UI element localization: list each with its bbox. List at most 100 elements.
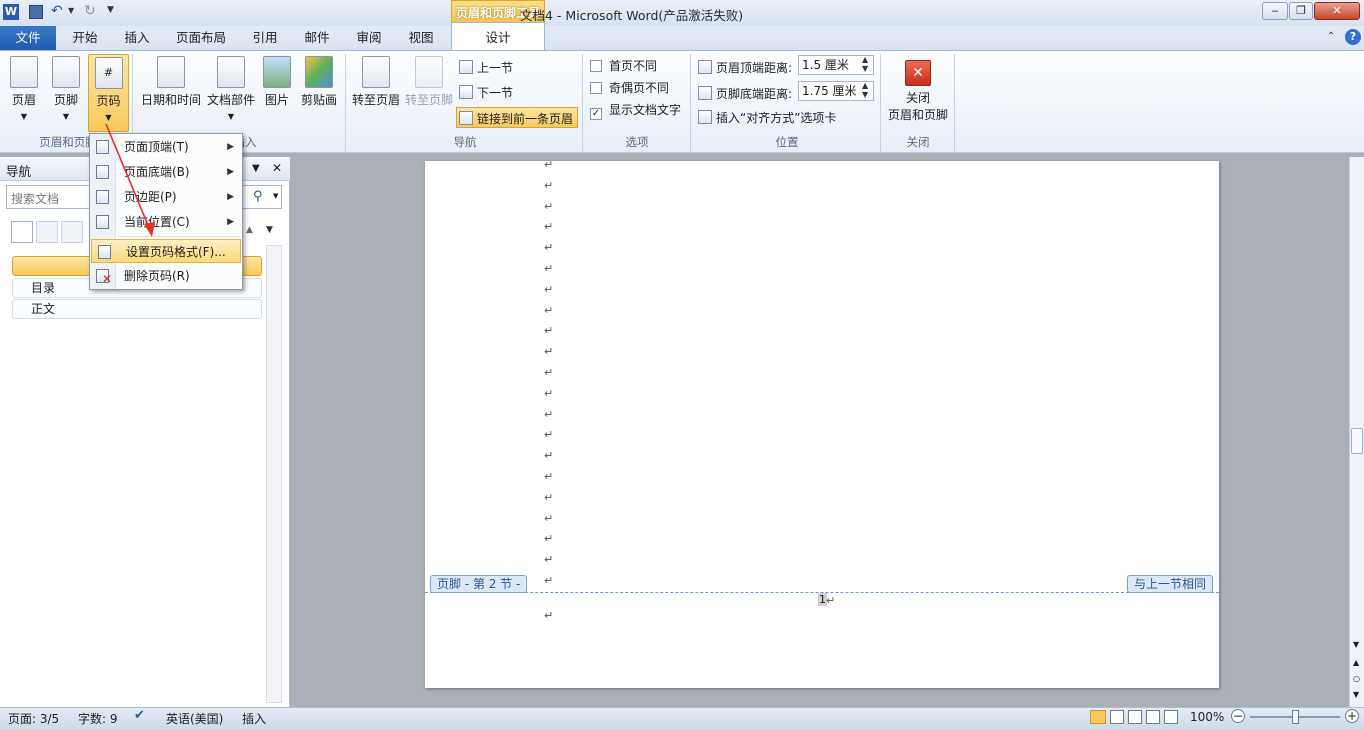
close-header-footer-button[interactable]: ✕ 关闭 页眉和页脚 [885,54,951,130]
tab-file[interactable]: 文件 [0,26,56,50]
web-layout-view-icon[interactable] [1128,710,1142,724]
tab-review[interactable]: 审阅 [346,26,392,50]
paragraph-mark: ↵ [544,262,554,275]
proofing-icon[interactable]: ✔ [134,708,145,723]
minimize-ribbon-icon[interactable]: ⌃ [1327,31,1335,42]
footer-section-tag: 页脚 - 第 2 节 - [430,575,528,593]
header-button[interactable]: 页眉 ▼ [6,54,42,130]
checkbox-icon [590,60,602,72]
zoom-level[interactable]: 100% [1190,710,1224,724]
goto-header-button[interactable]: 转至页眉 [350,54,402,130]
browse-pages-tab-icon[interactable] [36,221,58,243]
goto-header-icon [362,56,390,88]
remove-x-icon: ✕ [102,272,113,286]
draft-view-icon[interactable] [1164,710,1178,724]
word-icon[interactable]: W [3,4,19,20]
align-tab-icon [698,110,712,124]
close-window-button[interactable]: ✕ [1314,2,1360,20]
undo-icon[interactable]: ↶ [51,3,63,19]
group-separator [690,54,691,152]
footer-distance-label: 页脚底端距离: [698,85,792,105]
scroll-thumb[interactable] [1351,428,1363,454]
search-dropdown-icon[interactable]: ▼ [273,192,278,200]
print-layout-view-icon[interactable] [1090,710,1106,724]
tab-references[interactable]: 引用 [242,26,288,50]
tab-design[interactable]: 设计 [451,22,545,52]
search-icon[interactable]: ⚲ [253,189,263,204]
prev-section-button[interactable]: 上一节 [459,59,513,79]
paragraph-mark: ↵ [544,386,554,400]
next-page-icon[interactable]: ▼ [1353,690,1359,699]
picture-button[interactable]: 图片 [259,54,295,130]
insert-align-tab-button[interactable]: 插入“对齐方式”选项卡 [698,109,836,129]
tab-home[interactable]: 开始 [62,26,108,50]
menu-item-remove-page-numbers[interactable]: ✕ 删除页码(R) [90,264,242,288]
datetime-button[interactable]: 日期和时间 [140,54,202,130]
nav-up-icon[interactable]: ▲ [246,225,253,235]
minimize-button[interactable]: ‒ [1262,2,1288,20]
undo-dropdown-icon[interactable]: ▼ [68,6,74,15]
next-section-button[interactable]: 下一节 [459,84,513,104]
footer-button[interactable]: 页脚 ▼ [48,54,84,130]
submenu-arrow-icon: ▶ [227,217,234,227]
browse-headings-tab-icon[interactable] [11,221,33,243]
nav-close-icon[interactable]: ✕ [272,161,282,175]
clipart-button[interactable]: 剪贴画 [298,54,340,130]
checkmark-icon: ✓ [590,108,602,120]
paragraph-mark: ↵ [544,407,554,421]
paragraph-mark: ↵ [826,594,836,607]
zoom-in-icon[interactable]: + [1345,709,1359,723]
group-separator [345,54,346,152]
paragraph-mark: ↵ [544,241,554,255]
zoom-slider-thumb[interactable] [1292,710,1299,724]
zoom-out-icon[interactable]: − [1231,709,1245,723]
tab-view[interactable]: 视图 [398,26,444,50]
doc-parts-button[interactable]: 文档部件 ▼ [204,54,258,130]
help-icon[interactable]: ? [1345,29,1361,45]
header-icon [10,56,38,88]
tab-mailings[interactable]: 邮件 [294,26,340,50]
nav-heading-body[interactable]: 正文 [12,299,262,319]
picture-icon [263,56,291,88]
nav-scrollbar[interactable] [266,245,282,703]
status-mode[interactable]: 插入 [242,710,266,727]
status-language[interactable]: 英语(美国) [166,710,223,727]
footer-icon [52,56,80,88]
restore-button[interactable]: ❐ [1289,2,1313,20]
link-to-previous-button[interactable]: 链接到前一条页眉 [456,107,578,128]
goto-footer-button[interactable]: 转至页脚 [403,54,455,130]
outline-view-icon[interactable] [1146,710,1160,724]
group-label-navigation: 导航 [453,135,477,149]
browse-object-icon[interactable]: ○ [1353,674,1360,683]
spin-arrows-icon[interactable]: ▲ ▼ [862,81,868,99]
reading-view-icon[interactable] [1110,710,1124,724]
calendar-icon [157,56,185,88]
annotation-arrow [105,123,155,237]
status-words[interactable]: 字数: 9 [78,710,118,727]
status-page[interactable]: 页面: 3/5 [8,710,59,727]
window-title: 文档4 - Microsoft Word(产品激活失败) [520,8,744,23]
redo-icon[interactable]: ↻ [84,3,96,19]
paragraph-mark: ↵ [544,470,554,483]
prev-page-icon[interactable]: ▲ [1353,658,1359,667]
paragraph-mark: ↵ [544,199,554,213]
scroll-down-icon[interactable]: ▼ [1353,640,1359,649]
doc-parts-icon [217,56,245,88]
save-icon[interactable] [29,5,43,19]
page-number-icon: # [94,57,123,89]
group-label-position: 位置 [775,135,799,149]
group-label-close: 关闭 [906,135,930,149]
odd-even-different-checkbox[interactable]: 奇偶页不同 [590,79,669,99]
clipart-icon [305,56,333,88]
nav-down-icon[interactable]: ▼ [266,225,273,235]
nav-options-icon[interactable]: ▼ [252,163,260,174]
tab-insert[interactable]: 插入 [114,26,160,50]
browse-results-tab-icon[interactable] [61,221,83,243]
first-page-different-checkbox[interactable]: 首页不同 [590,57,657,77]
customize-qat-icon[interactable]: ▼ [107,5,114,15]
tab-page-layout[interactable]: 页面布局 [168,26,234,50]
spin-arrows-icon[interactable]: ▲ ▼ [862,55,868,73]
show-document-text-checkbox[interactable]: ✓ 显示文档文字 [590,101,681,121]
paragraph-mark: ↵ [544,220,554,234]
paragraph-mark: ↵ [544,324,554,338]
